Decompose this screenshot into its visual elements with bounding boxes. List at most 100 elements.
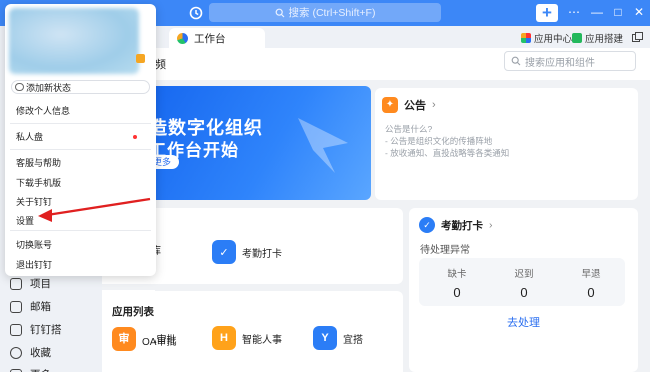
history-icon[interactable] (188, 5, 204, 21)
menu-logout[interactable]: 退出钉钉 (16, 258, 52, 271)
stat-value: 0 (587, 285, 595, 300)
divider (10, 149, 151, 150)
sidebar-item-dingda[interactable]: 钉钉搭 (10, 322, 62, 337)
stat-late[interactable]: 迟到 0 (494, 266, 554, 300)
search-placeholder: 搜索 (Ctrl+Shift+F) (288, 7, 376, 19)
menu-about[interactable]: 关于钉钉 (16, 195, 52, 208)
project-icon (10, 277, 22, 290)
search-icon (275, 8, 284, 17)
favorites-card: 库 ✓ 考勤打卡 (151, 208, 403, 284)
app-attendance[interactable]: ✓ 考勤打卡 (212, 240, 282, 264)
attendance-title: 考勤打卡 (441, 219, 483, 232)
stat-label: 迟到 (514, 269, 534, 280)
workbench-content: 频 搜索应用和组件 造数字化组织 工作台开始 更多 ✦ 公告 › 公告是什么? … (112, 48, 650, 372)
stat-value: 0 (453, 285, 461, 300)
app-smart-hr[interactable]: H 智能人事 (212, 326, 282, 350)
stat-label: 缺卡 (447, 269, 467, 280)
stat-early-leave[interactable]: 早退 0 (561, 266, 621, 300)
notification-dot (133, 135, 137, 139)
app-list-card: 应用列表 审 OA审批 H 智能人事 Y 宜搭 (112, 291, 403, 372)
tab-workbench[interactable]: 工作台 (169, 28, 265, 48)
notice-line: - 公告是组织文化的传播阵地 (385, 136, 493, 146)
smart-hr-icon: H (212, 326, 236, 350)
sidebar-item-projects[interactable]: 项目 (10, 276, 51, 291)
global-search-input[interactable]: 搜索 (Ctrl+Shift+F) (209, 3, 441, 22)
notice-header[interactable]: ✦ 公告 › (382, 97, 436, 113)
maximize-icon[interactable]: □ (611, 5, 625, 19)
app-builder-button[interactable]: 应用搭建 (572, 31, 623, 45)
mail-icon (10, 300, 22, 313)
handle-exceptions-link[interactable]: 去处理 (409, 314, 638, 330)
app-label: 智能人事 (242, 334, 282, 346)
stat-label: 早退 (581, 269, 601, 280)
stat-value: 0 (520, 285, 528, 300)
check-shield-icon: ✓ (212, 240, 236, 264)
attendance-stats: 缺卡 0 迟到 0 早退 0 (419, 258, 625, 306)
speech-bubble-icon (15, 83, 24, 91)
app-yida[interactable]: Y 宜搭 (313, 326, 363, 350)
content-header: 频 搜索应用和组件 (155, 48, 650, 80)
notice-description: 公告是什么? - 公告是组织文化的传播阵地 - 放收通知、直投战略等各类通知 (385, 123, 509, 159)
add-status-button[interactable]: 添加新状态 (11, 80, 150, 94)
sidebar-item-favorites[interactable]: 收藏 (10, 345, 51, 360)
app-center-button[interactable]: 应用中心 (521, 31, 572, 45)
page-title: 频 (155, 59, 166, 71)
menu-help[interactable]: 客服与帮助 (16, 156, 61, 169)
notice-card: ✦ 公告 › 公告是什么? - 公告是组织文化的传播阵地 - 放收通知、直投战略… (375, 88, 638, 200)
wing-logo-icon (298, 118, 348, 173)
more-icon[interactable]: ⋯ (567, 5, 581, 19)
notice-title: 公告 (404, 100, 426, 112)
sidebar-item-label: 钉钉搭 (30, 324, 62, 336)
sidebar-item-label: 收藏 (30, 347, 51, 359)
app-search-placeholder: 搜索应用和组件 (525, 57, 595, 69)
sidebar-item-label: 更多 (30, 367, 51, 372)
oa-approval-icon[interactable]: 审 (112, 327, 136, 351)
app-center-label: 应用中心 (534, 34, 573, 45)
app-center-icon (521, 33, 531, 43)
banner-more-button[interactable]: 更多 (155, 155, 179, 169)
menu-settings[interactable]: 设置 (16, 214, 34, 227)
divider (10, 123, 151, 124)
notice-line: 公告是什么? (385, 124, 433, 134)
sidebar-item-more[interactable]: 更多 (10, 367, 51, 372)
check-shield-icon: ✓ (419, 217, 435, 233)
chevron-right-icon: › (432, 99, 436, 111)
yida-icon: Y (313, 326, 337, 350)
chevron-right-icon: › (489, 219, 493, 231)
close-icon[interactable]: ✕ (632, 5, 646, 19)
add-status-label: 添加新状态 (26, 82, 72, 93)
attendance-header[interactable]: ✓ 考勤打卡 › (419, 217, 493, 233)
megaphone-icon: ✦ (382, 97, 398, 113)
profile-popup: 添加新状态 修改个人信息 私人盘 客服与帮助 下载手机版 关于钉钉 设置 切换账… (5, 4, 156, 276)
menu-switch-account[interactable]: 切换账号 (16, 238, 52, 251)
promo-banner[interactable]: 造数字化组织 工作台开始 更多 (155, 86, 371, 200)
app-builder-icon (572, 33, 582, 43)
app-label-oa[interactable]: OA审批 (142, 333, 176, 348)
attendance-card: ✓ 考勤打卡 › 待处理异常 缺卡 0 迟到 0 早退 0 去处理 (409, 208, 638, 372)
sidebar-item-label: 邮箱 (30, 301, 51, 313)
tab-bar: 工作台 应用中心 应用搭建 (155, 26, 650, 48)
app-label: 宜搭 (343, 334, 363, 346)
add-button[interactable]: + (536, 4, 558, 22)
more-apps-icon (10, 368, 22, 372)
app-list-heading: 应用列表 (112, 306, 154, 318)
app-label: 考勤打卡 (242, 248, 282, 260)
avatar[interactable] (9, 8, 139, 74)
menu-private-disk[interactable]: 私人盘 (16, 130, 43, 143)
minimize-icon[interactable]: — (590, 5, 604, 19)
workbench-logo-icon (177, 32, 188, 44)
menu-edit-profile[interactable]: 修改个人信息 (16, 104, 70, 117)
app-search-input[interactable]: 搜索应用和组件 (504, 51, 636, 71)
sidebar-item-mail[interactable]: 邮箱 (10, 299, 51, 314)
stat-missing[interactable]: 缺卡 0 (427, 266, 487, 300)
app-builder-label: 应用搭建 (585, 34, 624, 45)
tab-label: 工作台 (194, 32, 226, 45)
sidebar-item-label: 项目 (30, 278, 51, 290)
attendance-subtitle: 待处理异常 (420, 245, 470, 256)
favorites-icon (10, 346, 22, 359)
menu-download-mobile[interactable]: 下载手机版 (16, 176, 61, 189)
verified-badge-icon (136, 54, 145, 63)
notice-line: - 放收通知、直投战略等各类通知 (385, 148, 510, 158)
multi-window-icon[interactable] (632, 32, 643, 42)
divider (10, 230, 151, 231)
